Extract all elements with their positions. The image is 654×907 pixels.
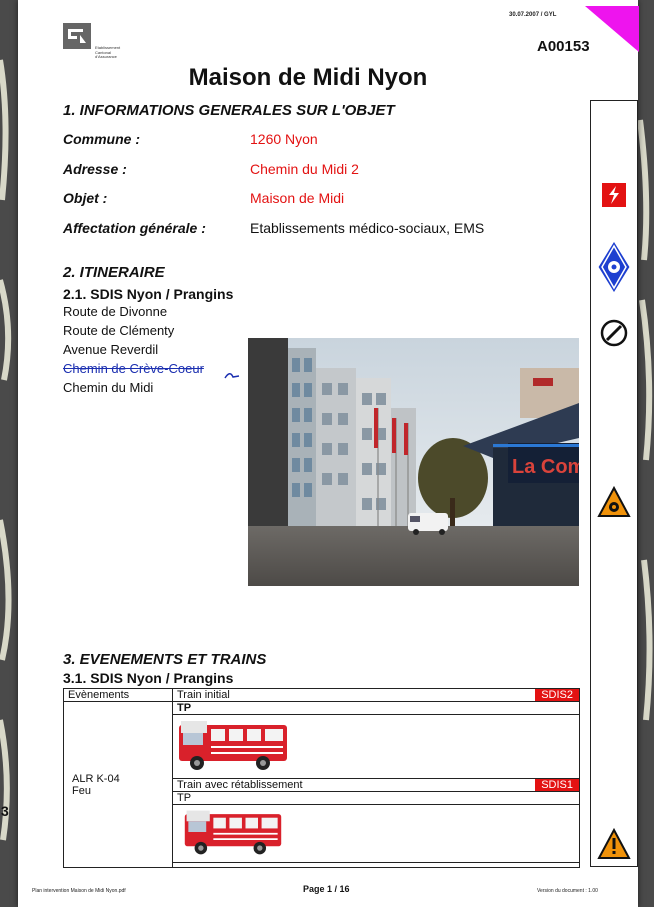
fire-truck-icon [184,810,282,855]
hazard-triangle-icon [597,486,631,517]
eca-logo-icon [63,23,91,49]
fire-truck-icon [179,721,287,770]
value-objet: Maison de Midi [250,190,345,206]
value-affectation: Etablissements médico-sociaux, EMS [250,220,485,236]
map-fragment-number: 3 [1,803,9,819]
value-adresse: Chemin du Midi 2 [250,161,359,177]
hazard-sidebar [590,100,638,867]
value-commune: 1260 Nyon [250,131,318,147]
section2-subheading: 2.1. SDIS Nyon / Prangins [63,286,234,302]
vehicle-image-cell [172,804,580,863]
section3-subheading: 3.1. SDIS Nyon / Prangins [63,670,234,686]
events-table: Evènements Train initial SDIS2 ALR K-04 … [63,688,580,868]
label-commune: Commune : [63,131,140,147]
event-cell: ALR K-04 Feu [63,701,173,868]
building-photo: La Com [248,338,579,586]
table-row: Evènements Train initial SDIS2 [63,688,580,702]
table-row: ALR K-04 Feu TP [63,701,580,868]
vehicle-type: TP [172,791,580,805]
route-item: Avenue Reverdil [63,342,159,357]
section2-heading: 2. ITINERAIRE [63,264,165,281]
route-item: Route de Divonne [63,304,168,319]
section3-heading: 3. EVENEMENTS ET TRAINS [63,651,267,668]
event-type: Feu [72,784,91,797]
event-code: ALR K-04 [72,772,120,785]
col-header-events: Evènements [63,688,173,702]
logo-text: Etablissement Cantonal d'Assurance [95,45,121,59]
document-page: Etablissement Cantonal d'Assurance 30.07… [18,0,639,907]
route-item: Route de Clémenty [63,323,175,338]
cinema-sign-text: La Com [512,456,579,478]
label-adresse: Adresse : [63,161,127,177]
document-title: Maison de Midi Nyon [188,64,428,91]
footer-version: Version du document : 1.00 [537,888,598,894]
route-item: Chemin du Midi [63,380,154,395]
sprinkler-icon [597,240,631,294]
route-item-struck: Chemin de Crève-Coeur [63,361,204,376]
train-rescue-label: Train avec rétablissement [177,779,303,791]
train-initial-label: Train initial [177,689,230,701]
label-affectation: Affectation générale : [63,220,206,236]
sdis-badge: SDIS1 [535,779,579,791]
warning-triangle-icon [597,828,631,859]
gas-valve-icon [600,319,628,347]
sdis-badge: SDIS2 [535,689,579,701]
vehicle-type: TP [172,701,580,715]
pen-mark-icon [224,373,240,379]
footer-filename: Plan intervention Maison de Midi Nyon.pd… [32,888,126,894]
electric-hazard-icon [600,181,628,209]
section1-heading: 1. INFORMATIONS GENERALES SUR L'OBJET [63,102,395,119]
vehicle-image-cell [172,714,580,779]
train-initial-cell: Train initial SDIS2 [172,688,580,702]
document-code: A00153 [537,38,590,55]
page-number: Page 1 / 16 [303,884,350,894]
train-rescue-cell: Train avec rétablissement SDIS1 [172,778,580,792]
eca-logo [63,23,91,49]
corner-marker [585,6,639,52]
header-date: 30.07.2007 / GYL [509,12,557,18]
label-objet: Objet : [63,190,108,206]
